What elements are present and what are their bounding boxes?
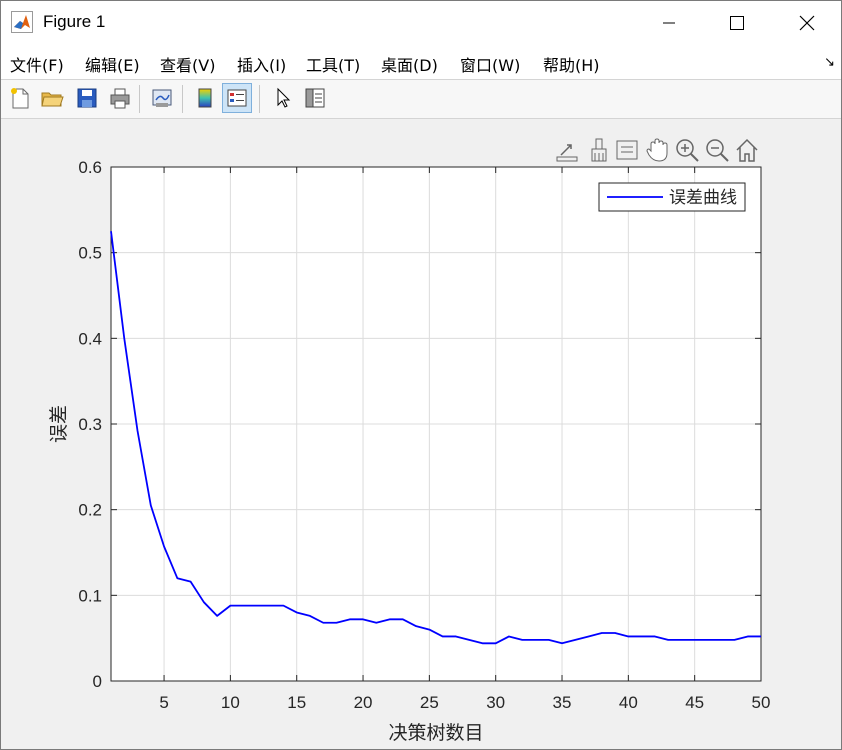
x-tick-label: 30 <box>486 693 505 712</box>
export-icon <box>556 144 578 162</box>
toolbar-separator <box>259 85 260 113</box>
toolbar-separator <box>182 85 183 113</box>
legend-button[interactable] <box>222 83 252 113</box>
x-axis-label: 决策树数目 <box>388 722 483 744</box>
menu-insert[interactable]: 插入(I) <box>237 52 286 76</box>
open-file-button[interactable] <box>37 83 67 113</box>
x-tick-label: 45 <box>685 693 704 712</box>
menu-file[interactable]: 文件(F) <box>10 52 64 76</box>
y-tick-label: 0.6 <box>78 158 102 177</box>
y-axis-label: 误差 <box>48 405 70 443</box>
axes-box <box>110 166 762 682</box>
legend-icon <box>227 89 247 107</box>
maximize-icon <box>730 16 744 30</box>
new-figure-icon <box>11 88 29 109</box>
dock-figure-icon[interactable]: ↘ <box>824 55 835 70</box>
property-inspector-button[interactable] <box>300 83 330 113</box>
menu-help[interactable]: 帮助(H) <box>543 52 600 76</box>
brush-icon <box>591 138 607 162</box>
home-icon <box>736 138 758 162</box>
data-tips-icon <box>616 140 638 160</box>
export-button[interactable] <box>553 135 581 165</box>
x-tick-label: 15 <box>287 693 306 712</box>
y-tick-label: 0.4 <box>78 329 102 348</box>
data-tips-button[interactable] <box>613 135 641 165</box>
pan-button[interactable] <box>643 135 671 165</box>
brush-button[interactable] <box>585 135 613 165</box>
property-inspector-icon <box>305 88 325 108</box>
zoom-in-button[interactable] <box>673 135 701 165</box>
window-title: Figure 1 <box>43 12 106 31</box>
legend-label: 误差曲线 <box>669 188 737 207</box>
edit-plot-icon <box>277 87 291 108</box>
colorbar-button[interactable] <box>190 83 220 113</box>
maximize-button[interactable] <box>709 1 765 45</box>
colorbar-icon <box>198 88 212 108</box>
save-icon <box>77 88 97 108</box>
open-file-icon <box>41 92 64 107</box>
y-tick-label: 0.2 <box>78 501 102 520</box>
x-tick-label: 40 <box>619 693 638 712</box>
x-tick-label: 10 <box>221 693 240 712</box>
print-button[interactable] <box>105 83 135 113</box>
y-tick-label: 0.1 <box>78 586 102 605</box>
figure-toolbar <box>1 79 841 119</box>
save-button[interactable] <box>72 83 102 113</box>
x-tick-label: 25 <box>420 693 439 712</box>
close-icon <box>799 15 815 31</box>
axes-background <box>111 167 761 681</box>
x-tick-label: 5 <box>159 693 168 712</box>
link-plot-button[interactable] <box>147 83 177 113</box>
y-tick-label: 0.5 <box>78 244 102 263</box>
menu-view[interactable]: 查看(V) <box>160 52 215 76</box>
x-tick-label: 50 <box>752 693 771 712</box>
title-bar[interactable]: Figure 1 <box>1 1 841 45</box>
menu-bar: 文件(F) 编辑(E) 查看(V) 插入(I) 工具(T) 桌面(D) 窗口(W… <box>1 45 841 79</box>
x-tick-label: 20 <box>354 693 373 712</box>
new-figure-button[interactable] <box>5 83 35 113</box>
pan-icon <box>646 138 668 162</box>
y-tick-label: 0.3 <box>78 415 102 434</box>
menu-edit[interactable]: 编辑(E) <box>85 52 140 76</box>
minimize-icon <box>663 22 675 24</box>
figure-window: Figure 1 文件(F) 编辑(E) 查看(V) 插入(I) 工具(T) 桌… <box>0 0 842 750</box>
toolbar-separator <box>139 85 140 113</box>
edit-plot-button[interactable] <box>267 83 297 113</box>
print-icon <box>110 88 130 109</box>
zoom-out-button[interactable] <box>703 135 731 165</box>
close-button[interactable] <box>779 1 835 45</box>
legend-box <box>598 182 746 212</box>
series-line <box>110 231 761 645</box>
menu-desktop[interactable]: 桌面(D) <box>381 52 438 76</box>
menu-tools[interactable]: 工具(T) <box>306 52 360 76</box>
y-tick-label: 0 <box>93 672 102 691</box>
minimize-button[interactable] <box>641 1 697 45</box>
matlab-logo-icon <box>11 11 33 33</box>
zoom-out-icon <box>706 139 729 162</box>
link-plot-icon <box>152 89 172 107</box>
home-button[interactable] <box>733 135 761 165</box>
x-tick-label: 35 <box>553 693 572 712</box>
zoom-in-icon <box>676 139 699 162</box>
menu-window[interactable]: 窗口(W) <box>460 52 520 76</box>
